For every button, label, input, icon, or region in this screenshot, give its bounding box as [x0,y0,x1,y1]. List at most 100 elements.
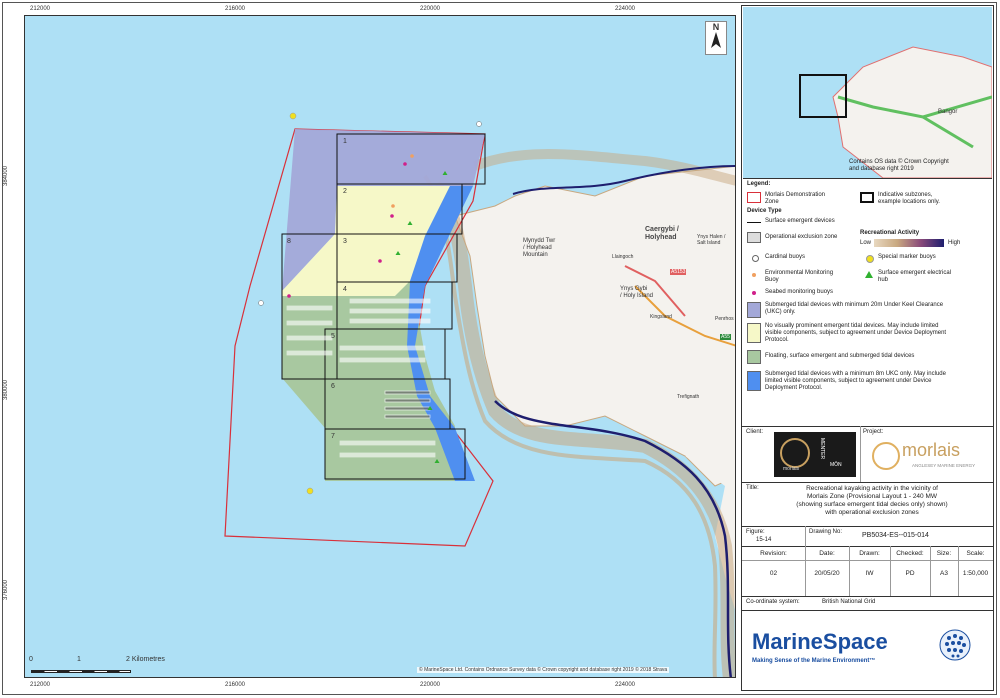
place-label-trefignath: Trefignath [677,394,700,400]
coord-value: British National Grid [822,599,876,605]
place-label-kingsland: Kingsland [650,314,672,320]
title-label: Title: [746,485,759,491]
client-logo: morlais MENTER MÔN [774,432,856,477]
recreational-gradient [874,239,944,247]
side-panel: Bangor Contains OS data © Crown Copyrigh… [741,5,994,691]
subzone-label: 5 [331,333,335,340]
swatch-submerged-8m [747,371,761,391]
legend-surface-emergent: Surface emergent devices [765,218,835,224]
legend-title: Legend: [747,181,771,187]
subzone-label: 8 [287,238,291,245]
swatch-exclusion [747,232,761,243]
subzone-label: 4 [343,286,347,293]
bottom-tick: 220000 [420,682,441,688]
left-tick: 376000 [3,579,9,600]
place-label-mynydd: Mynydd Twr / Holyhead Mountain [523,238,556,258]
scale-label: Scale: [966,550,985,557]
cardinal-buoy-icon [752,255,759,262]
env-buoy-icon [752,273,756,277]
place-label-penrhos: Penrhos [715,316,734,322]
company-tagline: Making Sense of the Marine Environment™ [752,658,876,664]
legend-floating: Floating, surface emergent and submerged… [765,353,915,359]
legend-no-visual: No visually prominent emergent tidal dev… [765,323,947,343]
revision-label: Revision: [760,550,787,557]
legend-special-marker: Special marker buoys [878,254,936,260]
main-map[interactable]: 1 2 3 4 5 6 7 8 Mynydd Twr / Holyhead Mo… [24,15,736,678]
rev-hdivider [742,560,993,561]
globe-icon [939,629,971,661]
cardinal-buoy [258,300,264,306]
project-tagline: ANGLESEY MARINE ENERGY [912,463,976,468]
north-arrow-icon [711,32,721,48]
map-canvas [224,112,735,677]
seabed-buoy-icon [752,291,756,295]
map-credit: © MarineSpace Ltd. Contains Ordnance Sur… [417,667,670,673]
inset-canvas [799,46,992,178]
scale-bar [31,666,131,674]
electrical-hub-icon [865,271,873,278]
bottom-tick: 216000 [225,682,246,688]
subzone-label: 6 [331,383,335,390]
legend: Legend: Morlais Demonstration Zone Indic… [742,178,993,427]
legend-electrical: Surface emergent electrical hub [878,270,952,283]
top-tick: 216000 [225,6,246,12]
legend-submerged-8m: Submerged tidal devices with a minimum 8… [765,371,946,391]
drawing-value: PB5034-ES--015-014 [862,532,929,539]
swatch-surface-emergent [747,222,761,223]
legend-submerged-20m: Submerged tidal devices with minimum 20m… [765,302,944,315]
place-label-holyhead: Caergybi / Holyhead [645,226,679,241]
subzone-label: 2 [343,188,347,195]
north-arrow-label: N [712,22,720,32]
seabed-monitoring-buoy [390,214,394,218]
road-label-a55: A55 [720,334,731,340]
bottom-tick: 224000 [615,682,636,688]
legend-low: Low [860,240,872,246]
legend-cardinal: Cardinal buoys [765,254,806,260]
legend-subzones: Indicative subzones, example locations o… [878,192,940,205]
checked-label: Checked: [896,550,924,557]
top-tick: 220000 [420,6,441,12]
legend-seabed: Seabed monitoring buoys [765,289,834,295]
special-marker-buoy [289,112,297,120]
swatch-morlais-zone [747,192,761,203]
legend-device-type: Device Type [747,208,782,214]
swatch-no-visual [747,323,761,343]
special-marker-buoy [306,487,314,495]
inset-map[interactable]: Bangor Contains OS data © Crown Copyrigh… [743,7,992,179]
top-tick: 212000 [30,6,51,12]
project-label: Project: [863,429,884,435]
swatch-floating [747,350,761,364]
drawn-value: IW [865,570,874,577]
place-label-holy-island: Ynys Gybi / Holy Island [620,286,654,299]
figure-value: 15-14 [756,537,772,543]
road-label-a5153: A5153 [670,269,687,275]
place-label-salt-island: Ynys Halen / Salt Island [697,234,726,246]
client-row: Client: morlais MENTER MÔN Project: morl… [742,426,993,483]
project-rings-icon [872,442,900,470]
special-marker-icon [866,255,874,263]
drawing-label: Drawing No: [809,529,843,535]
morlais-rings-icon [780,438,810,468]
title-row: Title: Recreational kayaking activity in… [742,482,993,527]
cardinal-buoy [476,121,482,127]
env-monitoring-buoy [410,154,414,158]
subzone-label: 3 [343,238,347,245]
seabed-monitoring-buoy [378,259,382,263]
bottom-tick: 212000 [30,682,51,688]
revision-row: Revision: Date: Drawn: Checked: Size: Sc… [742,546,993,597]
seabed-monitoring-buoy [287,294,291,298]
checked-value: PD [905,570,915,577]
coord-label: Co-ordinate system: [746,599,800,605]
subzone-label: 7 [331,433,335,440]
project-logo: morlais [902,440,961,460]
figure-row: Figure: 15-14 Drawing No: PB5034-ES--015… [742,526,993,547]
size-value: A3 [940,570,948,577]
figure-title: Recreational kayaking activity in the vi… [796,485,948,516]
client-divider [860,426,861,482]
legend-recreational: Recreational Activity [860,230,920,236]
date-label: Date: [819,550,835,557]
seabed-monitoring-buoy [403,162,407,166]
scale-tick: 1 [77,656,81,663]
client-logo-text: morlais [783,466,800,472]
menter-text: MENTER [819,438,825,460]
